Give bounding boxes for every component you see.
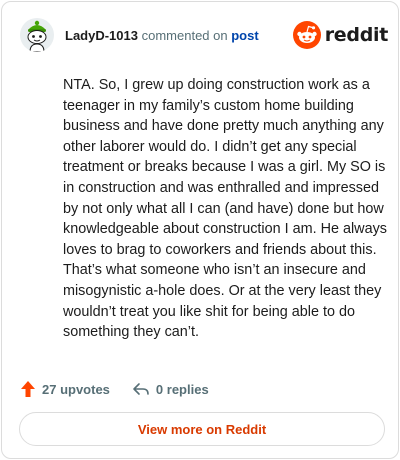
user-avatar[interactable] [20, 18, 54, 52]
snoo-avatar-icon [20, 18, 54, 52]
replies-button[interactable]: 0 replies [132, 381, 209, 397]
comment-meta: LadyD-1013 commented on post [65, 28, 259, 44]
view-more-button[interactable]: View more on Reddit [19, 412, 385, 446]
upvote-count: 27 upvotes [42, 381, 110, 397]
replies-count: 0 replies [155, 381, 209, 397]
reddit-wordmark: reddit [324, 24, 389, 46]
embedded-comment-card: LadyD-1013 commented on post reddit NTA.… [1, 1, 399, 459]
username[interactable]: LadyD-1013 [65, 28, 138, 43]
comment-body: NTA. So, I grew up doing construction wo… [63, 77, 387, 341]
comment-actions: 27 upvotes 0 replies [20, 378, 209, 400]
commented-on-text: commented on [141, 28, 228, 43]
upvote-button[interactable]: 27 upvotes [20, 380, 110, 398]
post-link[interactable]: post [231, 28, 258, 43]
upvote-arrow-icon [21, 381, 35, 397]
reply-arrow-icon [133, 383, 149, 395]
comment-header: LadyD-1013 commented on post reddit [20, 18, 388, 54]
reddit-snoo-icon [292, 21, 321, 49]
reddit-logo[interactable]: reddit [292, 20, 389, 50]
